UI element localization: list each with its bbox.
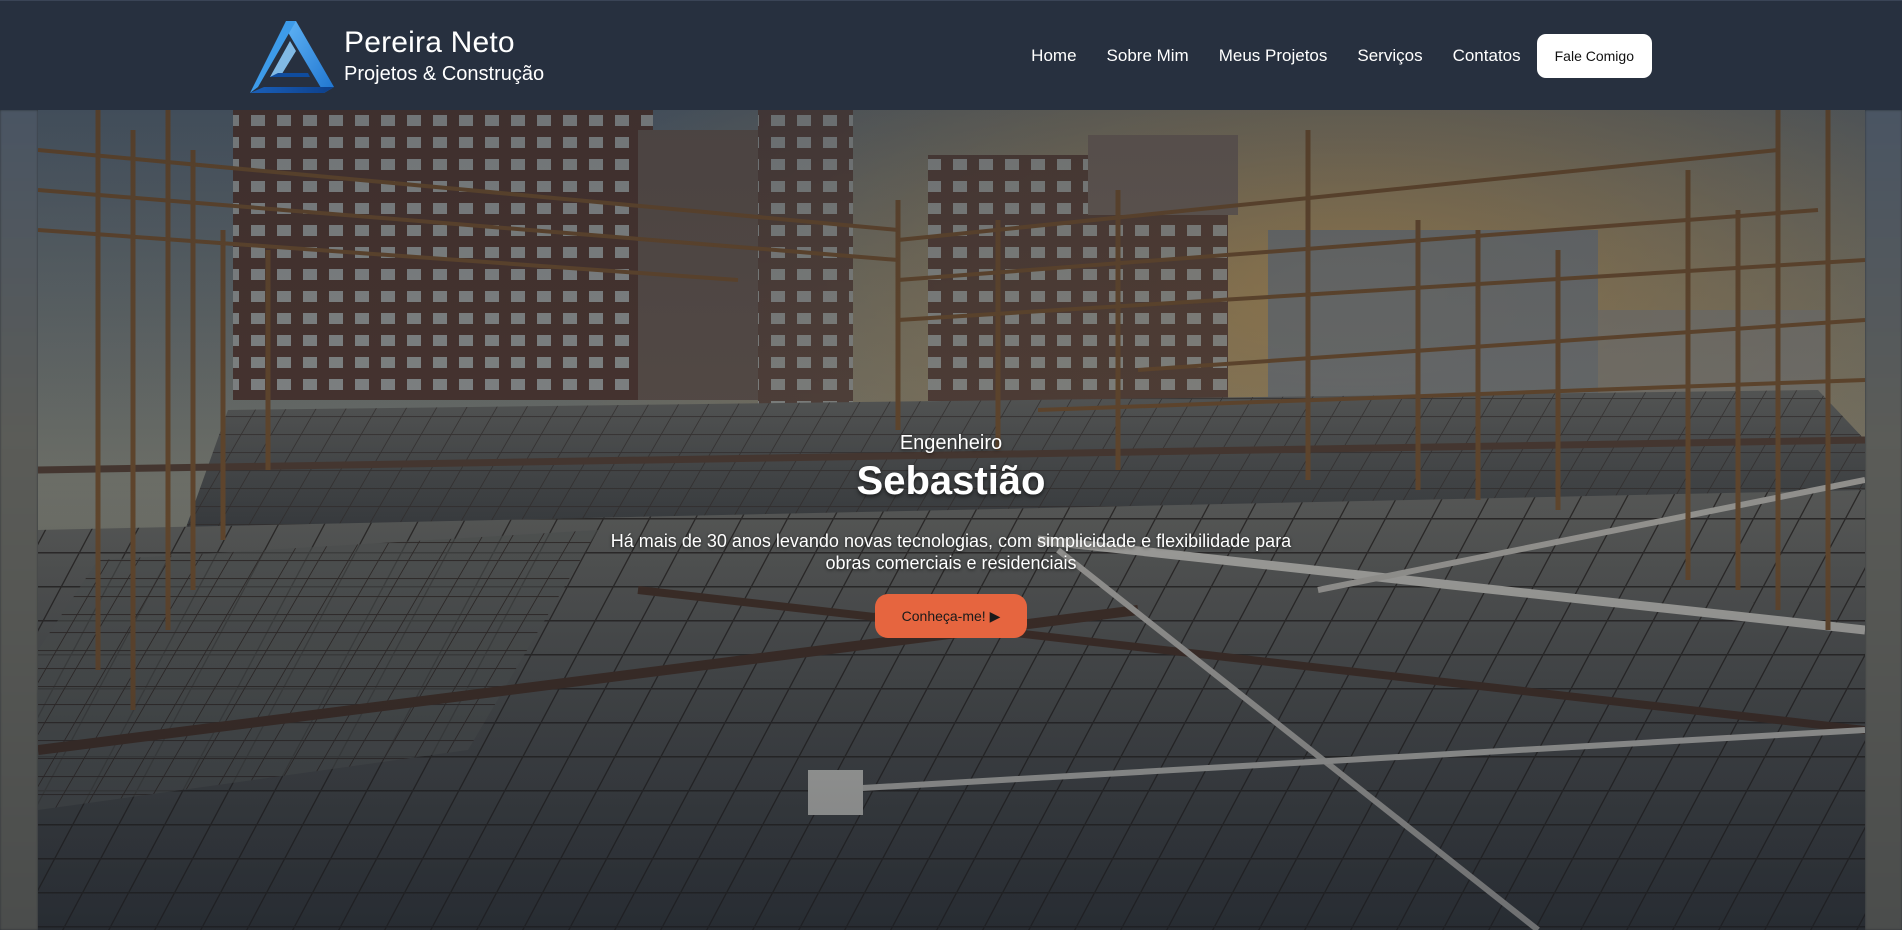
- brand-tagline: Projetos & Construção: [344, 63, 545, 85]
- fale-comigo-button[interactable]: Fale Comigo: [1536, 34, 1652, 78]
- hero-subtitle: Engenheiro: [899, 432, 1003, 454]
- nav-link-home[interactable]: Home: [1031, 46, 1076, 66]
- brand[interactable]: Pereira Neto Projetos & Construção: [250, 19, 544, 93]
- hero-description: Há mais de 30 anos levando novas tecnolo…: [610, 531, 1292, 573]
- hero-section: Engenheiro Sebastião Há mais de 30 anos …: [0, 110, 1902, 930]
- conheca-me-button[interactable]: Conheça-me! ▶: [874, 594, 1028, 638]
- hero-title: Sebastião: [856, 459, 1046, 503]
- triangle-logo-icon: [250, 21, 334, 93]
- nav-link-servicos[interactable]: Serviços: [1357, 46, 1422, 66]
- main-nav: Home Sobre Mim Meus Projetos Serviços Co…: [1031, 34, 1652, 78]
- nav-link-contatos[interactable]: Contatos: [1453, 46, 1521, 66]
- brand-name: Pereira Neto: [344, 26, 515, 59]
- site-header: Pereira Neto Projetos & Construção Home …: [0, 0, 1902, 110]
- nav-link-meus-projetos[interactable]: Meus Projetos: [1219, 46, 1328, 66]
- hero-content: Engenheiro Sebastião Há mais de 30 anos …: [0, 432, 1902, 638]
- nav-link-sobre-mim[interactable]: Sobre Mim: [1107, 46, 1189, 66]
